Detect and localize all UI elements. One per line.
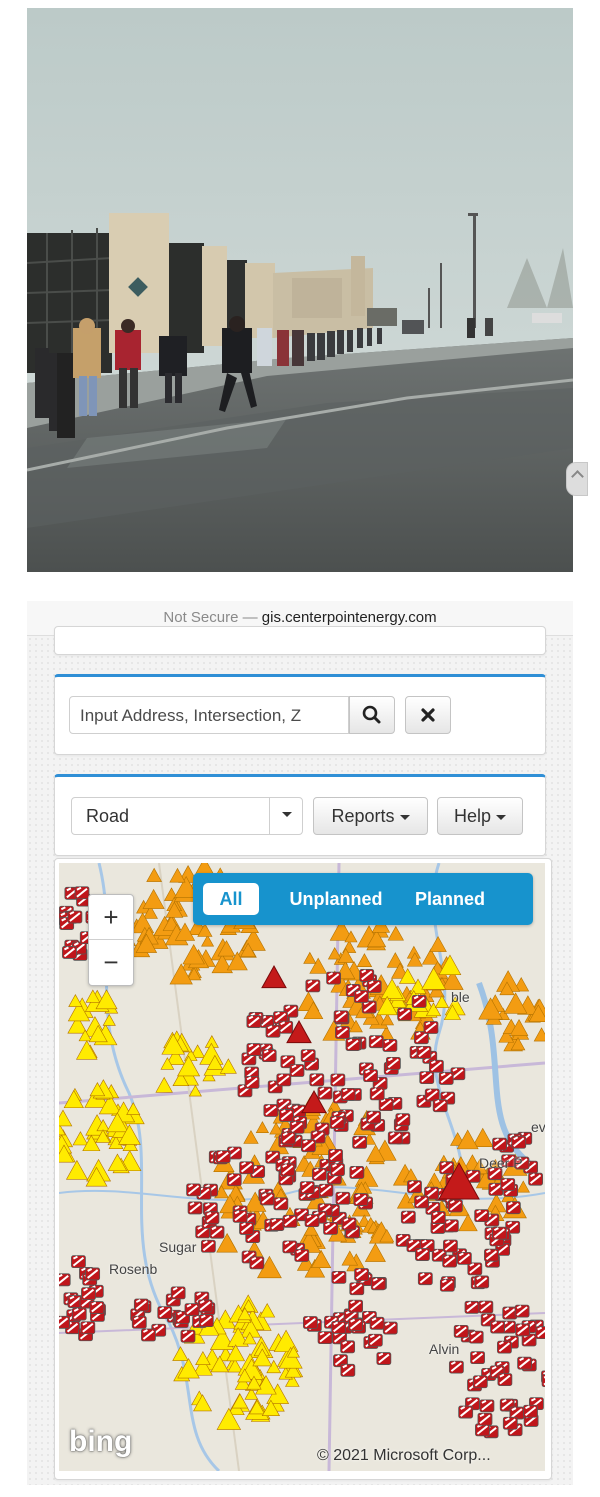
search-panel: Input Address, Intersection, Z — [54, 674, 546, 755]
outage-triangle — [255, 1121, 269, 1133]
outage-triangle — [59, 1109, 73, 1127]
map-panel: + − All Unplanned Planned Sugar Rosenb A… — [54, 858, 552, 1480]
outage-triangle — [75, 1040, 98, 1060]
place-label-sugar: Sugar — [159, 1239, 197, 1255]
outage-triangle — [327, 947, 342, 960]
basemap-dropdown-toggle[interactable] — [269, 797, 303, 835]
outage-map[interactable]: + − All Unplanned Planned Sugar Rosenb A… — [59, 863, 545, 1471]
reports-label: Reports — [331, 806, 395, 826]
collapsed-panel — [54, 626, 546, 655]
outage-triangle — [201, 934, 215, 947]
outage-triangle — [516, 1180, 530, 1193]
major-outage-triangle — [261, 964, 287, 989]
outage-triangle — [387, 925, 404, 941]
outage-triangle — [310, 1249, 332, 1268]
outage-triangle — [102, 1013, 116, 1026]
map-copyright: © 2021 Microsoft Corp... — [317, 1447, 491, 1464]
zoom-out-button[interactable]: − — [89, 940, 133, 985]
help-label: Help — [453, 806, 491, 826]
outage-triangle — [155, 1076, 173, 1093]
outage-triangle — [259, 1303, 276, 1318]
outage-triangle — [68, 993, 83, 1007]
page-content: Input Address, Intersection, Z Road Repo… — [27, 626, 573, 1485]
zoom-control: + − — [88, 894, 134, 986]
search-input[interactable]: Input Address, Intersection, Z — [69, 696, 349, 734]
zoom-in-button[interactable]: + — [89, 895, 133, 940]
place-label-alvin: Alvin — [429, 1341, 460, 1357]
browser-screenshot: Not Secure — gis.centerpointenergy.com I… — [27, 601, 573, 1485]
filter-unplanned[interactable]: Unplanned — [273, 883, 399, 915]
outage-triangle — [434, 994, 450, 1008]
outage-triangle — [72, 1131, 89, 1146]
outage-triangle — [425, 1172, 444, 1189]
search-icon — [362, 705, 381, 724]
outage-triangle — [303, 951, 317, 964]
caret-down-icon — [399, 814, 410, 820]
place-label-rosenberg: Rosenb — [109, 1261, 158, 1277]
outage-triangle — [65, 1159, 88, 1180]
caret-down-icon — [496, 814, 507, 820]
outage-filter-bar: All Unplanned Planned — [193, 873, 533, 925]
filter-planned[interactable]: Planned — [403, 883, 497, 915]
reports-button[interactable]: Reports — [313, 797, 428, 835]
toolbar-panel: Road Reports Help — [54, 774, 546, 856]
place-label-humble: ble — [451, 989, 470, 1005]
close-icon — [421, 708, 435, 722]
bing-logo: bing — [69, 1425, 133, 1458]
outage-triangle — [142, 888, 165, 909]
outage-triangle — [533, 1027, 545, 1042]
outage-triangle — [219, 1058, 237, 1074]
security-label: Not Secure — — [163, 609, 258, 626]
search-button[interactable] — [349, 696, 395, 734]
outage-triangle — [429, 935, 447, 952]
outage-triangle — [231, 1393, 249, 1409]
place-label-deer-park: Deer P — [479, 1155, 523, 1171]
outage-triangle — [172, 1346, 189, 1361]
url-text: gis.centerpointenergy.com — [261, 609, 437, 626]
outage-triangle — [126, 1102, 141, 1115]
clear-button[interactable] — [405, 696, 451, 734]
filter-all[interactable]: All — [203, 883, 259, 915]
chevron-up-icon — [571, 470, 584, 483]
outage-triangle — [364, 1242, 386, 1262]
place-label-east: ev — [531, 1119, 545, 1135]
caret-down-icon — [282, 812, 292, 818]
side-scroll-tab[interactable] — [566, 462, 588, 496]
outage-triangle — [356, 953, 373, 967]
line-of-people-photo — [27, 8, 573, 572]
outage-triangle — [243, 1129, 259, 1144]
help-button[interactable]: Help — [437, 797, 523, 835]
